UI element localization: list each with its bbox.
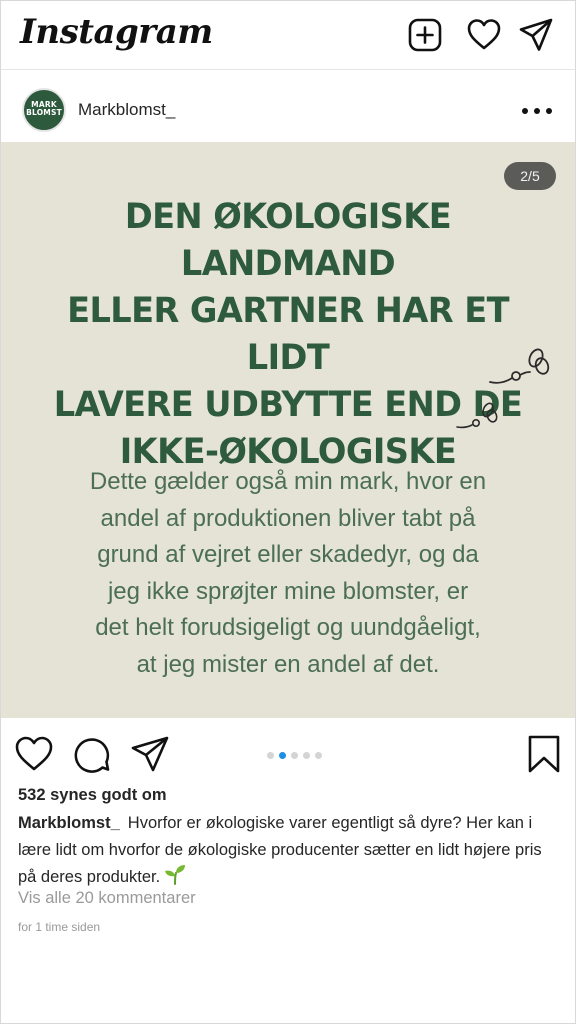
bookmark-icon[interactable] xyxy=(524,734,564,774)
bee-doodle-icon xyxy=(456,402,498,429)
carousel-dot xyxy=(267,752,274,759)
bee-doodle-icon xyxy=(489,348,550,384)
body-line: jeg ikke sprøjter mine blomster, er xyxy=(107,577,469,605)
body-line: at jeg mister en andel af det. xyxy=(136,650,440,678)
avatar[interactable]: MARK BLOMST xyxy=(22,88,66,132)
post-actions xyxy=(0,718,576,788)
carousel-dot xyxy=(315,752,322,759)
headline-line: ELLER GARTNER HAR ET LIDT xyxy=(67,291,509,378)
carousel-dot-active xyxy=(279,752,286,759)
post-header: MARK BLOMST Markblomst_ xyxy=(0,72,576,142)
carousel-dot xyxy=(303,752,310,759)
post-timestamp: for 1 time siden xyxy=(18,920,101,934)
body-line: grund af vejret eller skadedyr, og da xyxy=(97,541,479,568)
heart-icon[interactable] xyxy=(466,17,502,53)
share-icon[interactable] xyxy=(130,734,170,774)
top-bar: Instagram xyxy=(0,0,576,70)
add-post-icon[interactable] xyxy=(407,17,443,53)
like-heart-icon[interactable] xyxy=(14,734,54,774)
caption-username[interactable]: Markblomst_ xyxy=(18,814,120,832)
post-image[interactable]: 2/5 DEN ØKOLOGISKE LANDMAND ELLER GARTNE… xyxy=(0,142,576,718)
post-caption: Markblomst_ Hvorfor er økologiske varer e… xyxy=(18,810,563,891)
headline-line: DEN ØKOLOGISKE LANDMAND xyxy=(124,197,452,284)
avatar-logo-text: MARK BLOMST xyxy=(26,100,62,117)
direct-message-icon[interactable] xyxy=(518,17,554,53)
post-author-username[interactable]: Markblomst_ xyxy=(78,100,175,120)
view-all-comments-link[interactable]: Vis alle 20 kommentarer xyxy=(18,889,196,908)
seedling-icon xyxy=(164,863,186,885)
post-headline: DEN ØKOLOGISKE LANDMAND ELLER GARTNER HA… xyxy=(38,194,537,476)
body-line: andel af produktionen bliver tabt på xyxy=(100,504,476,532)
more-options-icon[interactable] xyxy=(519,100,555,122)
carousel-dot xyxy=(291,752,298,759)
post-body-text: Dette gælder også min mark, hvor en ande… xyxy=(56,464,520,683)
comment-icon[interactable] xyxy=(72,734,112,774)
likes-count[interactable]: 532 synes godt om xyxy=(18,786,167,805)
body-line: det helt forudsigeligt og uundgåeligt, xyxy=(95,614,481,641)
carousel-page-counter: 2/5 xyxy=(504,162,556,190)
instagram-logo[interactable]: Instagram xyxy=(20,12,213,52)
body-line: Dette gælder også min mark, hvor en xyxy=(89,468,487,495)
